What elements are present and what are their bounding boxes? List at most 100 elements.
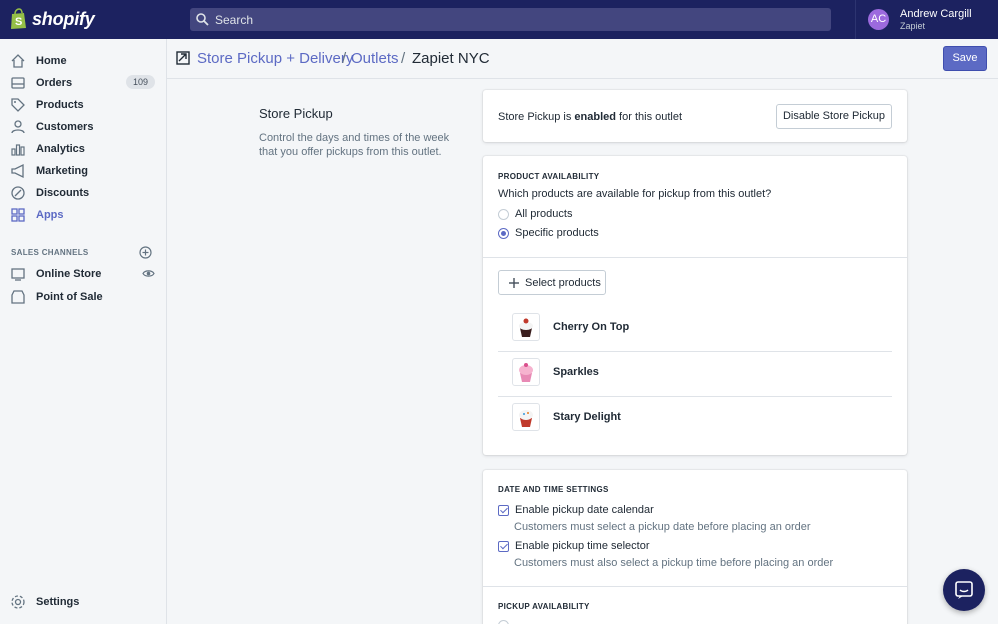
checkbox-pickup-time[interactable]: Enable pickup time selector	[498, 540, 650, 552]
divider	[483, 586, 907, 587]
sidebar-item-label: Analytics	[36, 143, 85, 155]
sidebar-item-label: Apps	[36, 209, 64, 221]
pos-icon	[11, 290, 25, 304]
sidebar-item-label: Orders	[36, 77, 73, 89]
sidebar-item-apps[interactable]: Apps	[10, 205, 155, 225]
customers-icon	[11, 120, 25, 134]
eye-icon[interactable]	[142, 267, 155, 280]
app-icon	[176, 51, 190, 65]
date-time-heading: DATE AND TIME SETTINGS	[498, 485, 609, 494]
sidebar-item-marketing[interactable]: Marketing	[10, 161, 155, 181]
bar-chart-icon	[11, 144, 25, 156]
product-thumbnail	[512, 358, 540, 386]
sidebar-item-orders[interactable]: Orders 109	[10, 73, 155, 93]
product-availability-heading: PRODUCT AVAILABILITY	[498, 172, 600, 181]
product-thumbnail	[512, 313, 540, 341]
product-row-stary-delight: Stary Delight	[498, 397, 892, 442]
breadcrumb-separator: /	[401, 50, 406, 67]
checkbox-label: Enable pickup date calendar	[515, 504, 654, 516]
sidebar-item-label: Online Store	[36, 268, 102, 280]
checkbox-label: Enable pickup time selector	[515, 540, 650, 552]
product-thumbnail	[512, 403, 540, 431]
sidebar-item-online-store[interactable]: Online Store	[10, 264, 155, 284]
page-title: Zapiet NYC	[412, 50, 490, 67]
sidebar-item-products[interactable]: Products	[10, 95, 155, 115]
top-bar: S shopify Search AC Andrew Cargill Zapie…	[0, 0, 998, 39]
user-company: Zapiet	[900, 21, 926, 31]
radio-button-selected[interactable]	[498, 227, 509, 239]
product-availability-card: PRODUCT AVAILABILITY Which products are …	[483, 156, 907, 455]
discount-icon	[11, 186, 25, 200]
product-row-sparkles: Sparkles	[498, 352, 892, 397]
select-products-label: Select products	[525, 276, 601, 289]
store-icon	[11, 268, 25, 281]
radio-label: Specific products	[515, 227, 599, 239]
megaphone-icon	[11, 163, 24, 179]
sales-channels-heading: SALES CHANNELS	[11, 248, 89, 257]
status-card: Store Pickup is enabled for this outlet …	[483, 90, 907, 142]
cupcake-icon	[519, 363, 533, 382]
home-icon	[11, 54, 25, 68]
sidebar-item-settings[interactable]: Settings	[10, 592, 155, 612]
section-description: Control the days and times of the week t…	[259, 132, 450, 158]
user-menu[interactable]: AC Andrew Cargill Zapiet	[855, 0, 998, 39]
radio-button[interactable]	[498, 620, 509, 624]
breadcrumb-outlets[interactable]: Outlets	[351, 50, 399, 67]
brand-name: shopify	[32, 8, 95, 29]
sidebar: Home Orders 109 Products Customers Analy…	[0, 39, 167, 624]
sidebar-item-label: Settings	[36, 596, 80, 608]
sidebar-item-home[interactable]: Home	[10, 51, 155, 71]
radio-all-products[interactable]: All products	[498, 208, 572, 220]
radio-button[interactable]	[498, 208, 509, 220]
checkbox-pickup-calendar[interactable]: Enable pickup date calendar	[498, 504, 654, 516]
sidebar-item-analytics[interactable]: Analytics	[10, 139, 155, 159]
search-input[interactable]: Search	[215, 13, 253, 27]
pickup-availability-heading: PICKUP AVAILABILITY	[498, 602, 590, 611]
divider	[483, 257, 907, 258]
svg-text:S: S	[15, 16, 22, 28]
shopify-logo[interactable]: S shopify	[10, 8, 95, 30]
sidebar-item-label: Customers	[36, 121, 94, 133]
add-channel-icon[interactable]	[139, 246, 152, 259]
chat-icon	[955, 581, 973, 599]
breadcrumb-app[interactable]: Store Pickup + Delivery	[197, 50, 353, 67]
shopify-bag-icon: S	[11, 8, 26, 29]
breadcrumb-separator: /	[342, 50, 347, 67]
orders-icon	[11, 77, 25, 89]
user-name: Andrew Cargill	[900, 8, 972, 20]
search-bar[interactable]: Search	[190, 8, 831, 31]
product-availability-question: Which products are available for pickup …	[498, 188, 772, 200]
page-header: Store Pickup + Delivery / Outlets / Zapi…	[167, 39, 998, 79]
help-text: Customers must also select a pickup time…	[514, 557, 834, 569]
sidebar-item-label: Discounts	[36, 187, 90, 199]
checkbox-checked[interactable]	[498, 540, 509, 552]
sidebar-item-customers[interactable]: Customers	[10, 117, 155, 137]
save-button[interactable]: Save	[943, 46, 987, 71]
radio-label: All products	[515, 208, 573, 220]
sidebar-item-discounts[interactable]: Discounts	[10, 183, 155, 203]
sidebar-item-label: Marketing	[36, 165, 88, 177]
checkbox-checked[interactable]	[498, 504, 509, 516]
help-text: Customers must select a pickup date befo…	[514, 521, 811, 533]
status-text: Store Pickup is enabled for this outlet	[498, 111, 683, 123]
cupcake-icon	[519, 410, 533, 427]
radio-specific-products[interactable]: Specific products	[498, 227, 599, 239]
disable-store-pickup-button[interactable]: Disable Store Pickup	[776, 104, 892, 129]
search-icon	[196, 13, 209, 26]
tag-icon	[11, 98, 25, 112]
select-products-button[interactable]: Select products	[498, 270, 606, 295]
date-time-card: DATE AND TIME SETTINGS Enable pickup dat…	[483, 470, 907, 624]
chat-button[interactable]	[943, 569, 985, 611]
avatar[interactable]: AC	[868, 9, 889, 30]
sidebar-item-point-of-sale[interactable]: Point of Sale	[10, 287, 155, 307]
status-value: enabled	[574, 111, 616, 123]
sidebar-item-label: Home	[36, 55, 67, 67]
orders-count-badge: 109	[125, 75, 155, 89]
product-name: Stary Delight	[553, 411, 621, 423]
sidebar-item-label: Products	[36, 99, 84, 111]
gear-icon	[11, 595, 25, 609]
sidebar-item-label: Point of Sale	[36, 291, 103, 303]
product-name: Cherry On Top	[553, 321, 630, 333]
plus-icon	[509, 277, 519, 288]
cupcake-icon	[519, 318, 533, 337]
